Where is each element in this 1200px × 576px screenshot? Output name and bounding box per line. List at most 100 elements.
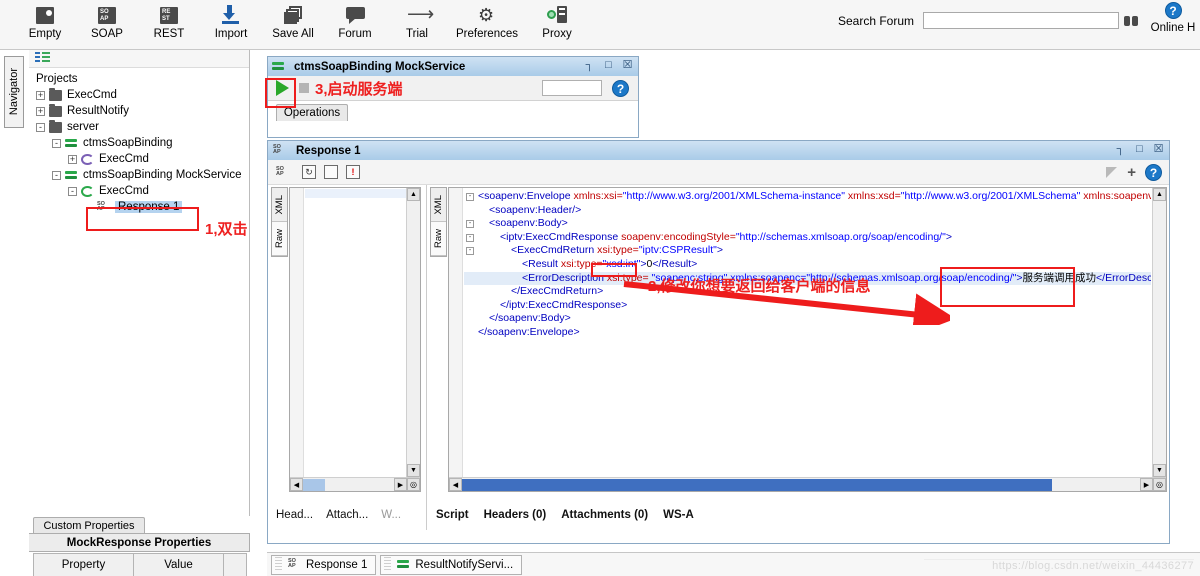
refresh-icon[interactable]: ↻	[302, 165, 316, 179]
question-mark-icon[interactable]: ?	[1145, 164, 1162, 181]
import-button[interactable]: Import	[200, 0, 262, 40]
request-horizontal-scrollbar[interactable]: ◀ ▶ ◎	[290, 477, 420, 491]
close-icon[interactable]: ☒	[621, 59, 634, 72]
scroll-left-icon[interactable]: ◀	[290, 478, 303, 491]
plus-icon[interactable]: +	[1127, 167, 1136, 179]
tree-item-ctmssoapbinding[interactable]: -ctmsSoapBinding	[36, 135, 249, 151]
scroll-up-icon[interactable]: ▲	[407, 188, 420, 201]
mockservice-port-field[interactable]	[542, 80, 602, 96]
tree-item-response-1[interactable]: SOAPResponse 1	[36, 199, 249, 215]
request-editor[interactable]: ▲ ▼ ◀ ▶ ◎	[289, 187, 421, 492]
tab-headers[interactable]: Head...	[276, 509, 313, 521]
preferences-button[interactable]: ⚙ Preferences	[448, 0, 526, 40]
tab-attachments[interactable]: Attachments (0)	[561, 509, 648, 521]
question-mark-icon: ?	[1165, 2, 1182, 19]
xml-token: 服务端调用成功	[1023, 272, 1097, 284]
tree-expander[interactable]: -	[52, 139, 61, 148]
proxy-button[interactable]: Proxy	[526, 0, 588, 40]
scroll-right-icon[interactable]: ▶	[394, 478, 407, 491]
tree-item-server[interactable]: -server	[36, 119, 249, 135]
drag-handle[interactable]	[384, 557, 391, 572]
response-xml-content[interactable]: -<soapenv:Envelope xmlns:xsi="http://www…	[464, 190, 1151, 476]
navigator-vertical-tab[interactable]: Navigator	[4, 56, 24, 128]
soap-project-button[interactable]: SOAP SOAP	[76, 0, 138, 40]
trial-button[interactable]: ⟶ Trial	[386, 0, 448, 40]
response-title-bar: SOAP Response 1 ┐ □ ☒	[268, 141, 1169, 160]
vertical-tab-raw[interactable]: Raw	[431, 222, 446, 256]
vertical-tab-xml[interactable]: XML	[431, 188, 446, 222]
xml-token: "iptv:CSPResult"	[639, 244, 717, 256]
tree-expander[interactable]: +	[36, 91, 45, 100]
request-vertical-scrollbar[interactable]: ▲ ▼	[406, 188, 420, 477]
response-xml-editor[interactable]: -<soapenv:Envelope xmlns:xsi="http://www…	[448, 187, 1167, 492]
response-horizontal-scrollbar[interactable]: ◀ ▶ ◎	[449, 477, 1166, 491]
vertical-tab-raw[interactable]: Raw	[272, 222, 287, 256]
tree-expander[interactable]: +	[68, 155, 77, 164]
close-icon[interactable]: ☒	[1152, 143, 1165, 156]
binoculars-icon[interactable]	[1124, 15, 1138, 27]
scroll-right-icon[interactable]: ▶	[1140, 478, 1153, 491]
tree-expander[interactable]: -	[68, 187, 77, 196]
tab-script[interactable]: Script	[436, 509, 469, 521]
toolbar-label: Trial	[406, 28, 428, 40]
vertical-tab-xml[interactable]: XML	[272, 188, 287, 222]
mockservice-icon	[272, 61, 285, 72]
scroll-down-icon[interactable]: ▼	[407, 464, 420, 477]
properties-list-icon[interactable]	[35, 52, 50, 63]
mockresponse-properties-header: MockResponse Properties	[29, 533, 250, 552]
tab-wsa[interactable]: W...	[381, 509, 401, 521]
response-pane: XML Raw -<soapenv:Envelope xmlns:xsi="ht…	[430, 187, 1167, 492]
maximize-icon[interactable]: □	[1133, 143, 1146, 156]
tab-custom-properties[interactable]: Custom Properties	[33, 517, 145, 533]
fold-toggle-icon[interactable]: -	[466, 193, 474, 201]
dock-tab-response-1[interactable]: SOAP Response 1	[271, 555, 376, 575]
restore-icon[interactable]: ┐	[1114, 143, 1127, 156]
tab-attachments[interactable]: Attach...	[326, 509, 368, 521]
scroll-corner-icon[interactable]: ◎	[407, 478, 420, 491]
tab-headers[interactable]: Headers (0)	[484, 509, 547, 521]
pen-icon[interactable]	[1106, 167, 1118, 179]
restore-icon[interactable]: ┐	[583, 59, 596, 72]
search-input[interactable]	[923, 12, 1119, 29]
fold-toggle-icon[interactable]: -	[466, 234, 474, 242]
tree-expander-spacer	[84, 203, 93, 212]
forum-button[interactable]: Forum	[324, 0, 386, 40]
fold-toggle-icon[interactable]: -	[466, 220, 474, 228]
tree-expander[interactable]: -	[36, 123, 45, 132]
tree-expander[interactable]: +	[36, 107, 45, 116]
scroll-down-icon[interactable]: ▼	[1153, 464, 1166, 477]
tree-expander[interactable]: -	[52, 171, 61, 180]
question-mark-icon[interactable]: ?	[612, 80, 629, 97]
stop-square-icon[interactable]	[299, 83, 309, 93]
validate-icon[interactable]: !	[346, 165, 360, 179]
scroll-up-icon[interactable]: ▲	[1153, 188, 1166, 201]
scroll-left-icon[interactable]: ◀	[449, 478, 462, 491]
annotation-step1: 1,双击	[205, 218, 248, 239]
tree-item-execcmd[interactable]: +ExecCmd	[36, 151, 249, 167]
scroll-corner-icon[interactable]: ◎	[1153, 478, 1166, 491]
soap-glyph-bottom: AP	[100, 16, 116, 23]
online-help-button[interactable]: ? Online H	[1146, 0, 1200, 34]
drag-handle[interactable]	[275, 557, 282, 572]
operations-tab-label: Operations	[284, 107, 340, 119]
maximize-icon[interactable]: □	[602, 59, 615, 72]
column-header-property: Property	[34, 554, 134, 576]
bottom-dock: SOAP Response 1 ResultNotifyServi... htt…	[267, 552, 1200, 576]
xml-line: - <soapenv:Body>	[464, 217, 1151, 231]
response-vertical-scrollbar[interactable]: ▲ ▼	[1152, 188, 1166, 477]
xml-token: <soapenv:Body>	[489, 217, 568, 229]
empty-project-button[interactable]: Empty	[14, 0, 76, 40]
tree-item-ctmssoapbinding-mockservice[interactable]: -ctmsSoapBinding MockService	[36, 167, 249, 183]
tab-operations[interactable]: Operations	[276, 104, 348, 121]
tree-item-execcmd[interactable]: +ExecCmd	[36, 87, 249, 103]
blank-square-icon[interactable]	[324, 165, 338, 179]
xml-token: <soapenv:Envelope	[478, 190, 573, 202]
tab-ws-a[interactable]: WS-A	[663, 509, 694, 521]
dock-tab-resultnotify-service[interactable]: ResultNotifyServi...	[380, 555, 522, 575]
rest-project-button[interactable]: REST REST	[138, 0, 200, 40]
save-all-button[interactable]: Save All	[262, 0, 324, 40]
run-play-icon[interactable]	[276, 80, 289, 96]
tree-item-execcmd[interactable]: -ExecCmd	[36, 183, 249, 199]
tree-item-resultnotify[interactable]: +ResultNotify	[36, 103, 249, 119]
fold-toggle-icon[interactable]: -	[466, 247, 474, 255]
